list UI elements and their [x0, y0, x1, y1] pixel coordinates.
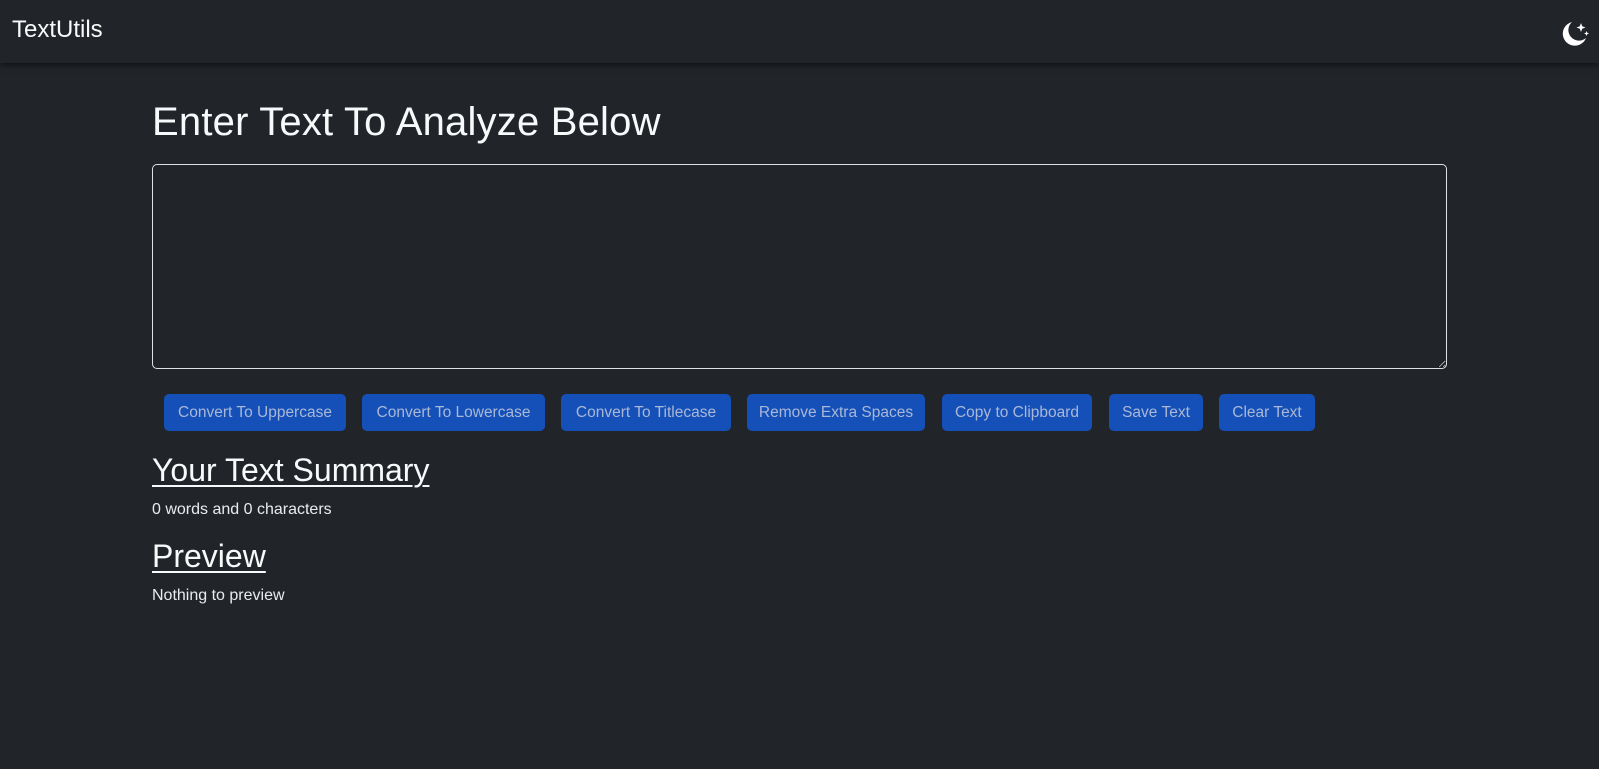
save-button[interactable]: Save Text — [1109, 394, 1203, 431]
clear-button[interactable]: Clear Text — [1219, 394, 1315, 431]
titlecase-button[interactable]: Convert To Titlecase — [561, 394, 731, 431]
navbar: TextUtils — [0, 0, 1599, 63]
lowercase-button[interactable]: Convert To Lowercase — [362, 394, 545, 431]
summary-title: Your Text Summary — [152, 452, 430, 488]
copy-button[interactable]: Copy to Clipboard — [942, 394, 1092, 431]
remove-spaces-button[interactable]: Remove Extra Spaces — [747, 394, 925, 431]
uppercase-button[interactable]: Convert To Uppercase — [164, 394, 346, 431]
summary-text: 0 words and 0 characters — [152, 501, 332, 518]
preview-text: Nothing to preview — [152, 587, 285, 604]
text-input[interactable] — [152, 164, 1447, 369]
page-title: Enter Text To Analyze Below — [152, 100, 661, 144]
brand-link[interactable]: TextUtils — [12, 16, 103, 44]
moon-stars-icon[interactable] — [1558, 18, 1590, 50]
preview-title: Preview — [152, 538, 266, 574]
